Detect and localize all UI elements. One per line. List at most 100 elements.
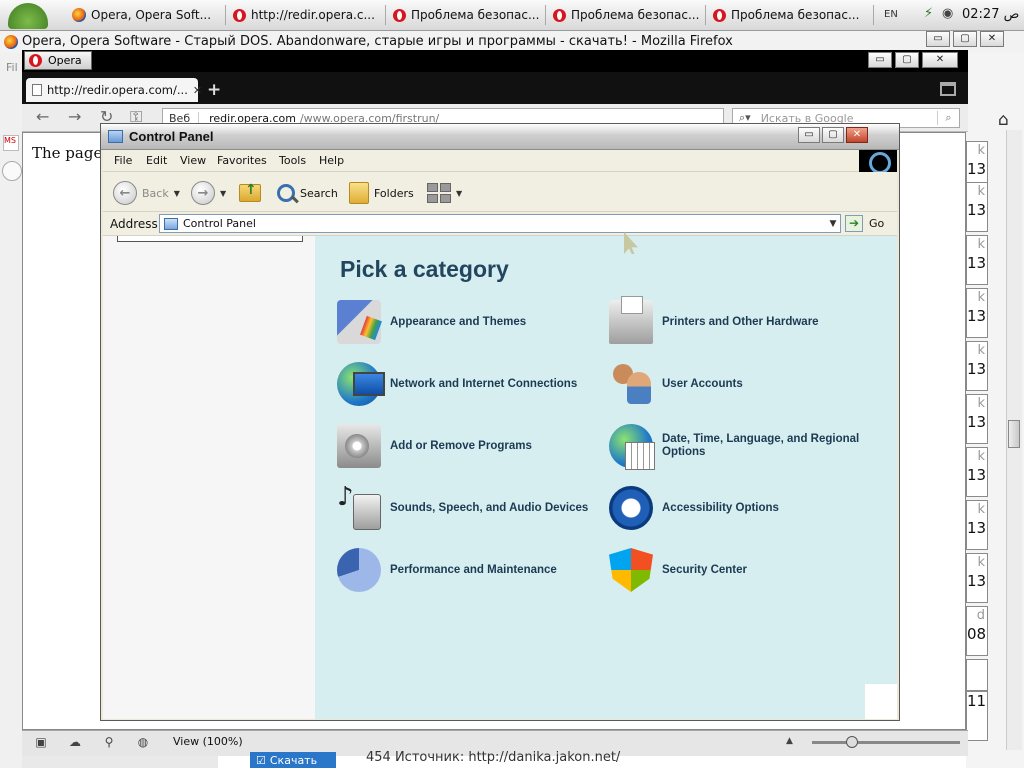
menu-edit[interactable]: Edit	[146, 154, 167, 167]
category-network-internet[interactable]: Network and Internet Connections	[337, 362, 607, 406]
tab-close-icon[interactable]: ✕	[193, 84, 202, 97]
back-button[interactable]: ← Back ▼	[113, 180, 180, 206]
search-label: Search	[300, 186, 338, 200]
firefox-minimize-button[interactable]: ▭	[926, 31, 950, 47]
cp-close-button[interactable]: ✕	[846, 127, 868, 143]
taskbar-item-problem-3[interactable]: Проблема безопас...	[713, 5, 863, 25]
taskbar-item-problem-2[interactable]: Проблема безопас...	[553, 5, 703, 25]
download-button[interactable]: ☑ Скачать	[250, 752, 336, 768]
language-indicator[interactable]: EN	[884, 9, 898, 20]
opera-titlebar: ▭ ▢ ✕	[22, 50, 968, 72]
android-logo-icon[interactable]	[8, 3, 48, 29]
user-accounts-icon	[609, 362, 653, 406]
menu-file[interactable]: File	[114, 154, 132, 167]
category-add-remove-programs[interactable]: Add or Remove Programs	[337, 424, 607, 468]
side-list-item[interactable]: k 13	[966, 447, 988, 497]
opera-maximize-button[interactable]: ▢	[895, 52, 919, 68]
zoom-slider[interactable]	[812, 741, 960, 744]
taskbar-separator	[705, 5, 706, 25]
opera-menu-label: Opera	[48, 54, 82, 67]
up-folder-button[interactable]	[239, 180, 261, 206]
opera-close-button[interactable]: ✕	[922, 52, 958, 68]
category-date-time-regional[interactable]: Date, Time, Language, and Regional Optio…	[609, 424, 889, 470]
trash-icon[interactable]	[940, 82, 956, 96]
side-list-item[interactable]: k 13	[966, 235, 988, 285]
side-list-item[interactable]: k 13	[966, 182, 988, 232]
go-button[interactable]: ➔ Go	[845, 215, 884, 232]
firefox-file-menu[interactable]: Fil	[6, 61, 18, 74]
side-list-item[interactable]: 11	[966, 691, 988, 741]
folder-up-icon	[239, 182, 261, 202]
firefox-home-icon[interactable]: ⌂	[998, 110, 1009, 130]
new-tab-button[interactable]: +	[207, 80, 221, 100]
opera-minimize-button[interactable]: ▭	[868, 52, 892, 68]
firefox-scrollbar-thumb[interactable]	[1008, 420, 1020, 448]
taskbar-item-firefox[interactable]: Opera, Opera Soft...	[72, 5, 222, 25]
taskbar-item-opera-redir[interactable]: http://redir.opera.c...	[233, 5, 383, 25]
tray-volume-icon[interactable]: ◉	[942, 6, 953, 21]
cp-toolbar: ← Back ▼ → ▼ Search Folders ▼	[103, 172, 897, 212]
forward-arrow-icon[interactable]: →	[68, 107, 81, 126]
menu-favorites[interactable]: Favorites	[217, 154, 267, 167]
opera-tab[interactable]: http://redir.opera.com/... ✕	[26, 78, 202, 102]
back-label: Back	[142, 186, 169, 200]
category-printers-hardware[interactable]: Printers and Other Hardware	[609, 296, 889, 344]
firefox-back-button[interactable]	[2, 161, 22, 181]
taskbar-item-label: Opera, Opera Soft...	[91, 8, 212, 22]
chevron-down-icon[interactable]: ▼	[826, 219, 840, 229]
panel-toggle-icon[interactable]: ▣	[34, 735, 48, 749]
folders-button[interactable]: Folders	[349, 180, 414, 206]
opera-menu-button[interactable]: Opera	[24, 51, 92, 70]
opera-icon	[713, 8, 726, 22]
share-icon[interactable]: ⚲	[102, 735, 116, 749]
side-list-item[interactable]	[966, 659, 988, 691]
task-pane-panel	[117, 236, 303, 242]
speed-dial-icon[interactable]: ◍	[136, 735, 150, 749]
chevron-down-icon[interactable]: ▼	[220, 189, 226, 198]
back-arrow-icon[interactable]: ←	[36, 107, 49, 126]
category-label: Performance and Maintenance	[390, 563, 557, 576]
category-accessibility[interactable]: Accessibility Options	[609, 486, 889, 530]
tray-network-icon[interactable]: ⚡	[924, 6, 933, 21]
category-label: User Accounts	[662, 377, 743, 390]
side-list-item[interactable]: d 08	[966, 606, 988, 656]
address-label: Address	[110, 217, 158, 231]
category-security-center[interactable]: Security Center	[609, 548, 889, 592]
cp-task-pane	[103, 236, 315, 719]
search-icon[interactable]: ⌕	[937, 111, 959, 125]
page-icon	[32, 84, 42, 96]
views-button[interactable]: ▼	[427, 180, 462, 206]
menu-help[interactable]: Help	[319, 154, 344, 167]
firefox-close-button[interactable]: ✕	[980, 31, 1004, 47]
cloud-icon[interactable]: ☁	[68, 735, 82, 749]
category-label: Printers and Other Hardware	[662, 315, 819, 328]
forward-button[interactable]: → ▼	[191, 180, 226, 206]
category-performance-maintenance[interactable]: Performance and Maintenance	[337, 548, 607, 592]
category-user-accounts[interactable]: User Accounts	[609, 362, 889, 406]
zoom-label[interactable]: View (100%)	[173, 735, 243, 748]
side-list-item[interactable]: k 13	[966, 553, 988, 603]
address-field[interactable]: Control Panel ▼	[159, 214, 841, 233]
control-panel-titlebar[interactable]: Control Panel ▭ ▢ ✕	[101, 124, 899, 150]
category-label: Appearance and Themes	[390, 315, 527, 328]
opera-icon	[29, 54, 42, 67]
side-list-item[interactable]: k 13	[966, 394, 988, 444]
category-sounds-audio[interactable]: Sounds, Speech, and Audio Devices	[337, 482, 607, 530]
firefox-maximize-button[interactable]: ▢	[953, 31, 977, 47]
side-list-item[interactable]: k 13	[966, 500, 988, 550]
side-list-item[interactable]: k 13	[966, 341, 988, 391]
taskbar-separator	[873, 5, 874, 25]
side-list-item[interactable]: k 13	[966, 288, 988, 338]
zoom-slider-knob[interactable]	[845, 736, 858, 748]
address-value: Control Panel	[183, 217, 256, 230]
chevron-down-icon[interactable]: ▼	[174, 189, 180, 198]
cp-minimize-button[interactable]: ▭	[798, 127, 820, 143]
category-appearance-themes[interactable]: Appearance and Themes	[337, 300, 607, 344]
chevron-down-icon: ▼	[456, 188, 463, 198]
taskbar-item-problem-1[interactable]: Проблема безопас...	[393, 5, 543, 25]
menu-view[interactable]: View	[180, 154, 206, 167]
menu-tools[interactable]: Tools	[279, 154, 306, 167]
search-button[interactable]: Search	[277, 180, 338, 206]
zoom-dropdown-icon[interactable]: ▲	[786, 736, 793, 746]
cp-maximize-button[interactable]: ▢	[822, 127, 844, 143]
